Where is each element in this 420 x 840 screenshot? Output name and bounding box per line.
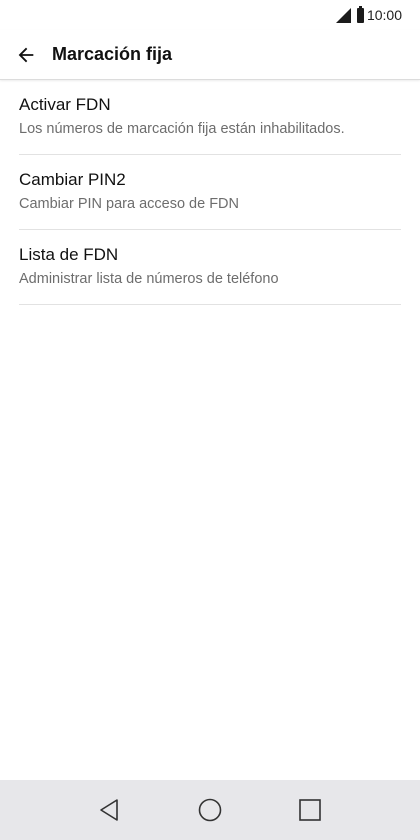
navigation-bar — [0, 780, 420, 840]
list-item-summary: Los números de marcación fija están inha… — [19, 121, 345, 137]
battery-icon — [356, 5, 364, 23]
nav-back-button[interactable] — [90, 790, 130, 830]
triangle-back-icon — [100, 799, 118, 821]
status-bar: 10:00 — [0, 0, 420, 30]
arrow-left-icon — [18, 47, 34, 62]
square-recents-icon — [299, 799, 321, 821]
nav-recents-button[interactable] — [290, 790, 330, 830]
list-item-title: Lista de FDN — [19, 245, 119, 264]
list-item-activar-fdn[interactable]: Activar FDN Los números de marcación fij… — [19, 80, 401, 155]
list-item-summary: Administrar lista de números de teléfono — [19, 271, 279, 287]
nav-home-button[interactable] — [190, 790, 230, 830]
list-item-title: Cambiar PIN2 — [19, 170, 126, 189]
circle-home-icon — [198, 798, 222, 822]
status-time: 10:00 — [366, 7, 402, 23]
list-item-summary: Cambiar PIN para acceso de FDN — [19, 196, 239, 212]
page-title: Marcación fija — [52, 44, 173, 64]
list-item-cambiar-pin2[interactable]: Cambiar PIN2 Cambiar PIN para acceso de … — [19, 155, 401, 230]
list-item-lista-fdn[interactable]: Lista de FDN Administrar lista de número… — [19, 230, 401, 305]
app-bar: Marcación fija — [0, 30, 420, 80]
back-button[interactable] — [12, 41, 40, 69]
cell-signal-icon — [335, 7, 351, 23]
list-item-title: Activar FDN — [19, 95, 111, 114]
settings-list: Activar FDN Los números de marcación fij… — [19, 80, 401, 305]
